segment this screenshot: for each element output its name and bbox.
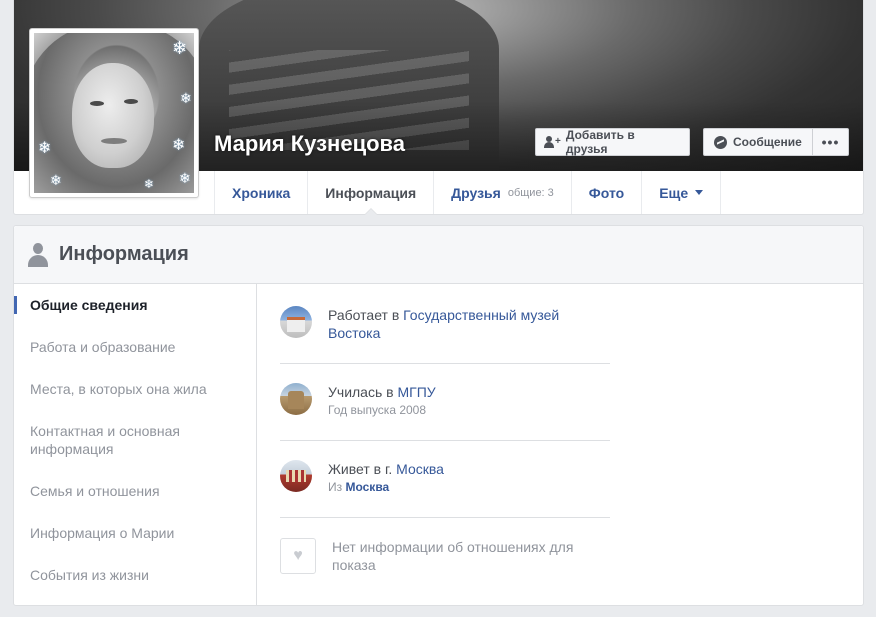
avatar-lips — [101, 138, 127, 144]
about-header: Информация — [14, 226, 863, 284]
snowflake-icon: ❄ — [179, 170, 191, 186]
sidebar-item-places[interactable]: Места, в которых она жила — [14, 380, 256, 398]
lives-block: Живет в г. Москва Из Москва — [328, 460, 444, 495]
profile-nav: Хроника Информация Друзья общие: 3 Фото … — [214, 171, 722, 215]
sidebar-item-life-events[interactable]: События из жизни — [14, 566, 256, 584]
more-options-button[interactable]: ••• — [812, 128, 849, 156]
avatar-eye — [90, 101, 104, 106]
lives-prefix: Живет в г. — [328, 461, 397, 477]
education-block: Училась в МГПУ Год выпуска 2008 — [328, 383, 436, 418]
tab-label: Информация — [325, 184, 417, 201]
add-friend-label: Добавить в друзья — [565, 128, 635, 156]
sidebar-item-work-education[interactable]: Работа и образование — [14, 338, 256, 356]
tab-label: Хроника — [232, 184, 291, 201]
city-icon[interactable] — [280, 460, 312, 492]
add-friend-icon: + — [544, 136, 561, 148]
tab-about[interactable]: Информация — [308, 171, 435, 215]
snowflake-icon: ❄ — [50, 172, 62, 188]
list-item-relationship: ♥ Нет информации об отношениях для показ… — [280, 518, 610, 598]
snowflake-icon: ❄ — [180, 90, 192, 106]
heart-icon: ♥ — [293, 547, 303, 564]
about-sidebar: Общие сведения Работа и образование Мест… — [14, 284, 257, 605]
hometown-link[interactable]: Москва — [345, 480, 389, 494]
tab-label: Еще — [659, 184, 689, 201]
profile-name[interactable]: Мария Кузнецова — [214, 131, 405, 157]
list-item-work: Работает в Государственный музей Востока — [280, 284, 610, 364]
tab-label: Фото — [588, 184, 625, 201]
profile-header: ❄ ❄ ❄ ❄ ❄ ❄ ❄ Мария Кузнецова + Добавить… — [13, 0, 864, 215]
sidebar-item-family[interactable]: Семья и отношения — [14, 482, 256, 500]
message-label: Сообщение — [733, 135, 802, 149]
snowflake-icon: ❄ — [38, 140, 52, 157]
sidebar-item-details[interactable]: Информация о Марии — [14, 524, 256, 542]
mutual-friends-count: общие: 3 — [507, 186, 554, 199]
hometown-prefix: Из — [328, 480, 346, 494]
hometown: Из Москва — [328, 479, 444, 495]
sidebar-item-overview[interactable]: Общие сведения — [14, 296, 256, 314]
caret-down-icon — [695, 190, 704, 195]
relationship-placeholder: ♥ — [280, 538, 316, 574]
tab-label: Друзья — [451, 184, 501, 201]
education-place-link[interactable]: МГПУ — [397, 384, 435, 400]
snowflake-icon: ❄ — [172, 137, 186, 154]
work-prefix: Работает в — [328, 307, 404, 323]
snowflake-icon: ❄ — [172, 38, 188, 58]
list-item-education: Училась в МГПУ Год выпуска 2008 — [280, 364, 610, 441]
work-text: Работает в Государственный музей Востока — [328, 306, 610, 342]
sidebar-item-contact[interactable]: Контактная и основная информация — [14, 422, 256, 458]
messenger-icon — [714, 135, 727, 149]
avatar-eye — [124, 99, 138, 104]
list-item-lives: Живет в г. Москва Из Москва — [280, 441, 610, 518]
education-prefix: Училась в — [328, 384, 398, 400]
tab-more[interactable]: Еще — [642, 171, 722, 214]
tab-friends[interactable]: Друзья общие: 3 — [434, 171, 572, 214]
relationship-text: Нет информации об отношениях для показа — [332, 539, 574, 573]
person-icon — [28, 242, 48, 267]
current-city-link[interactable]: Москва — [396, 461, 444, 477]
lives-text: Живет в г. Москва — [328, 460, 444, 478]
avatar-face — [72, 63, 154, 168]
tab-timeline[interactable]: Хроника — [215, 171, 309, 214]
university-icon[interactable] — [280, 383, 312, 415]
message-button[interactable]: Сообщение — [703, 128, 813, 156]
avatar-photo: ❄ ❄ ❄ ❄ ❄ ❄ ❄ — [34, 33, 194, 193]
add-friend-button[interactable]: + Добавить в друзья — [535, 128, 690, 156]
avatar[interactable]: ❄ ❄ ❄ ❄ ❄ ❄ ❄ — [29, 28, 199, 198]
about-body: Общие сведения Работа и образование Мест… — [14, 284, 863, 605]
education-text: Училась в МГПУ — [328, 383, 436, 401]
about-overview: Работает в Государственный музей Востока… — [280, 284, 610, 598]
about-card: Информация Общие сведения Работа и образ… — [13, 225, 864, 606]
tab-photos[interactable]: Фото — [572, 171, 643, 214]
museum-icon[interactable] — [280, 306, 312, 338]
graduation-year: Год выпуска 2008 — [328, 403, 427, 417]
snowflake-icon: ❄ — [144, 177, 155, 191]
about-title[interactable]: Информация — [59, 243, 189, 266]
